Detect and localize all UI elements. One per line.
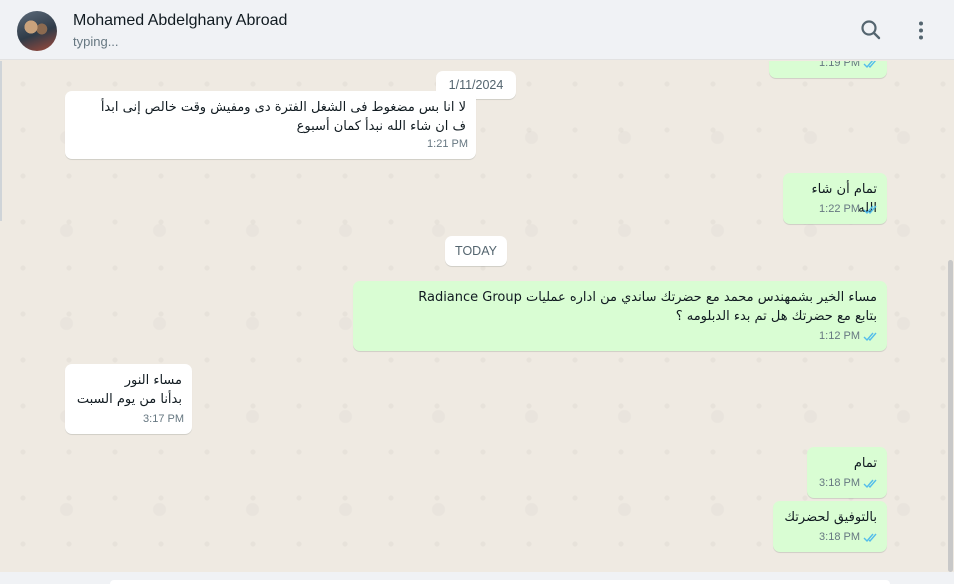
more-vertical-icon — [919, 21, 923, 40]
menu-button[interactable] — [907, 16, 935, 44]
message-meta: 1:22 PM — [819, 200, 879, 219]
double-check-icon — [863, 479, 877, 489]
message-time: 1:12 PM — [819, 330, 860, 342]
message-bubble-incoming[interactable]: مساء النور بدأنا من يوم السبت 3:17 PM — [65, 364, 192, 434]
message-bubble-outgoing[interactable]: بالتوفيق لحضرتك 3:18 PM — [773, 501, 887, 552]
message-meta: 1:12 PM — [819, 327, 879, 346]
message-text: لا انا بس مضغوط فى الشغل الفترة دى ومفيش… — [100, 100, 466, 134]
message-time: 1:19 PM — [819, 61, 860, 69]
message-meta: 1:19 PM — [819, 61, 879, 73]
search-button[interactable] — [857, 16, 885, 44]
message-meta: 3:17 PM — [143, 410, 184, 429]
contact-name[interactable]: Mohamed Abdelghany Abroad — [73, 12, 287, 30]
contact-status: typing... — [73, 34, 119, 49]
message-time: 1:22 PM — [819, 203, 860, 215]
double-check-icon — [863, 61, 877, 69]
double-check-icon — [863, 332, 877, 342]
message-text: تمام — [853, 456, 877, 471]
contact-avatar[interactable] — [17, 11, 57, 51]
message-text: مساء الخير بشمهندس محمد مع حضرتك ساندي م… — [418, 290, 877, 324]
panel-divider — [0, 61, 2, 221]
date-divider: TODAY — [445, 236, 507, 266]
message-meta: 1:21 PM — [427, 135, 468, 154]
message-text: بالتوفيق لحضرتك — [784, 510, 877, 525]
message-bubble-outgoing[interactable]: 1:19 PM — [769, 61, 887, 78]
message-meta: 3:18 PM — [819, 528, 879, 547]
message-bubble-outgoing[interactable]: مساء الخير بشمهندس محمد مع حضرتك ساندي م… — [353, 281, 887, 351]
chat-panel[interactable]: 1:19 PM 1/11/2024 لا انا بس مضغوط فى الش… — [0, 61, 954, 572]
message-bubble-outgoing[interactable]: تمام 3:18 PM — [807, 447, 887, 498]
message-bubble-incoming[interactable]: لا انا بس مضغوط فى الشغل الفترة دى ومفيش… — [65, 91, 476, 159]
chat-scrollbar[interactable] — [948, 260, 953, 572]
message-time: 3:17 PM — [143, 413, 184, 425]
double-check-icon — [863, 533, 877, 543]
message-time: 1:21 PM — [427, 138, 468, 150]
message-bubble-outgoing[interactable]: تمام أن شاء الله 1:22 PM — [783, 173, 887, 224]
double-check-icon — [863, 205, 877, 215]
chat-header: Mohamed Abdelghany Abroad typing... — [0, 0, 954, 60]
message-text: مساء النور بدأنا من يوم السبت — [76, 373, 182, 407]
message-time: 3:18 PM — [819, 477, 860, 489]
search-icon — [861, 20, 881, 40]
message-meta: 3:18 PM — [819, 474, 879, 493]
message-time: 3:18 PM — [819, 531, 860, 543]
message-input[interactable] — [110, 580, 890, 584]
